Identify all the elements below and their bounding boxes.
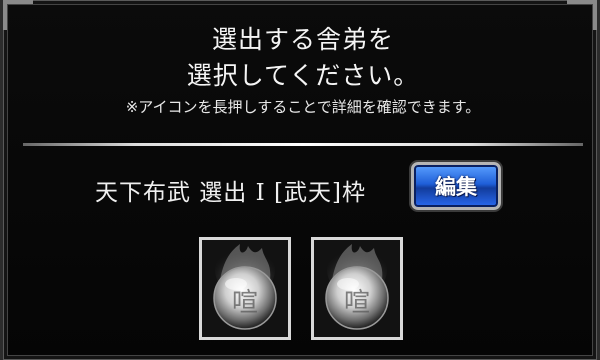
- instruction-note: ※アイコンを長押しすることで詳細を確認できます。: [125, 98, 481, 116]
- select-member-dialog: 選出する舎弟を 選択してください。 ※アイコンを長押しすることで詳細を確認できま…: [0, 0, 600, 360]
- member-slot-1[interactable]: 喧: [199, 237, 291, 340]
- slot-emblem-char: 喧: [343, 288, 370, 318]
- instruction-line-1: 選出する舎弟を: [211, 25, 394, 54]
- divider: [23, 143, 583, 146]
- selection-slot-title: 天下布武 選出 I [武天]枠: [95, 180, 366, 206]
- slot-emblem-char: 喧: [231, 288, 258, 318]
- edit-button[interactable]: 編集: [411, 162, 501, 210]
- member-slot-2[interactable]: 喧: [311, 237, 403, 340]
- instruction-line-2: 選択してください。: [186, 61, 420, 90]
